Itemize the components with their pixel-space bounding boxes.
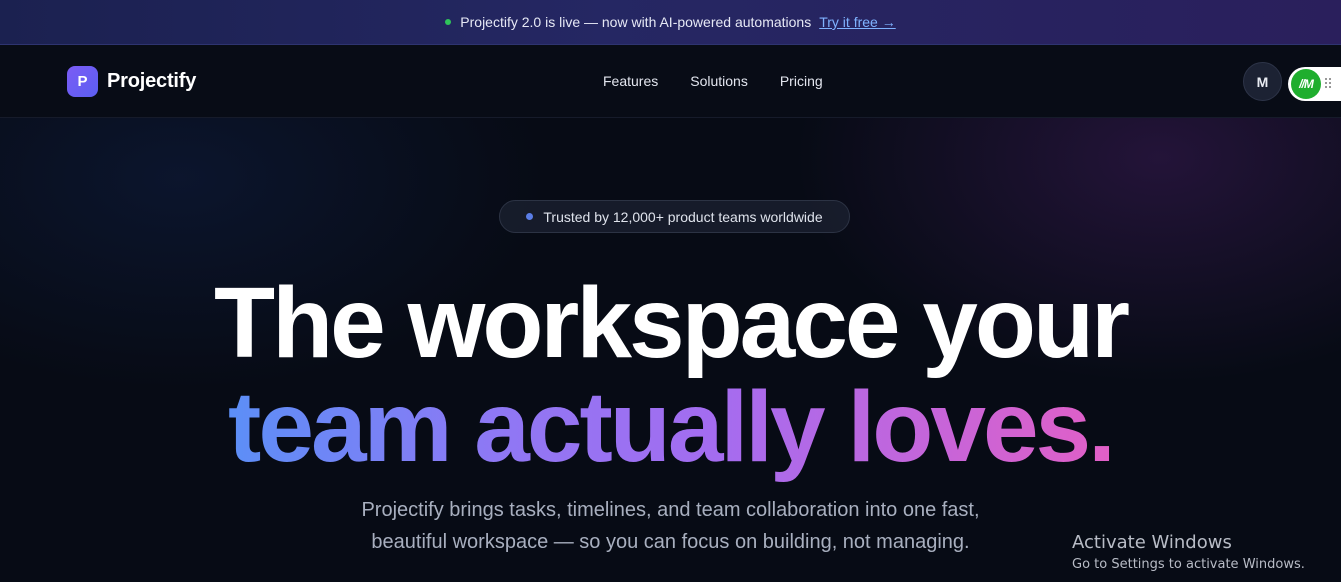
page: Projectify 2.0 is live — now with AI-pow… [0,0,1341,582]
nav-links: Features Solutions Pricing [603,45,855,117]
try-free-link[interactable]: Try it free → [819,14,896,30]
user-avatar-button[interactable]: M [1243,62,1282,101]
hero-section: Trusted by 12,000+ product teams worldwi… [0,118,1341,582]
badge-dot-icon [526,213,534,220]
hero-headline-line2: team actually loves. [0,372,1341,482]
status-dot-icon [445,19,452,25]
hero-subtitle-line1: Projectify brings tasks, timelines, and … [361,499,980,521]
nav-link-pricing[interactable]: Pricing [780,73,823,89]
windows-activation-watermark: Activate Windows Go to Settings to activ… [1072,532,1305,575]
brand-name: Projectify [107,69,197,92]
announcement-bar: Projectify 2.0 is live — now with AI-pow… [0,0,1341,45]
browser-extension-widget[interactable]: //M [1288,67,1341,101]
trust-badge-text: Trusted by 12,000+ product teams worldwi… [543,208,823,225]
projectify-logo-icon: P [67,65,98,97]
watermark-title: Activate Windows [1072,532,1232,553]
drag-grip-icon[interactable] [1325,78,1333,90]
nav-link-features[interactable]: Features [603,73,658,89]
brand-logo-link[interactable]: P Projectify [67,65,196,97]
announcement-text: Projectify 2.0 is live — now with AI-pow… [460,14,812,30]
nav-link-solutions[interactable]: Solutions [690,73,748,89]
trust-badge: Trusted by 12,000+ product teams worldwi… [499,200,850,233]
browser-extension-icon[interactable]: //M [1291,69,1321,99]
hero-headline-gradient-text: team actually loves. [224,371,1117,483]
hero-headline-line1: The workspace your [214,267,1130,379]
watermark-subtitle: Go to Settings to activate Windows. [1072,557,1305,572]
top-nav: P Projectify Features Solutions Pricing … [0,45,1341,118]
